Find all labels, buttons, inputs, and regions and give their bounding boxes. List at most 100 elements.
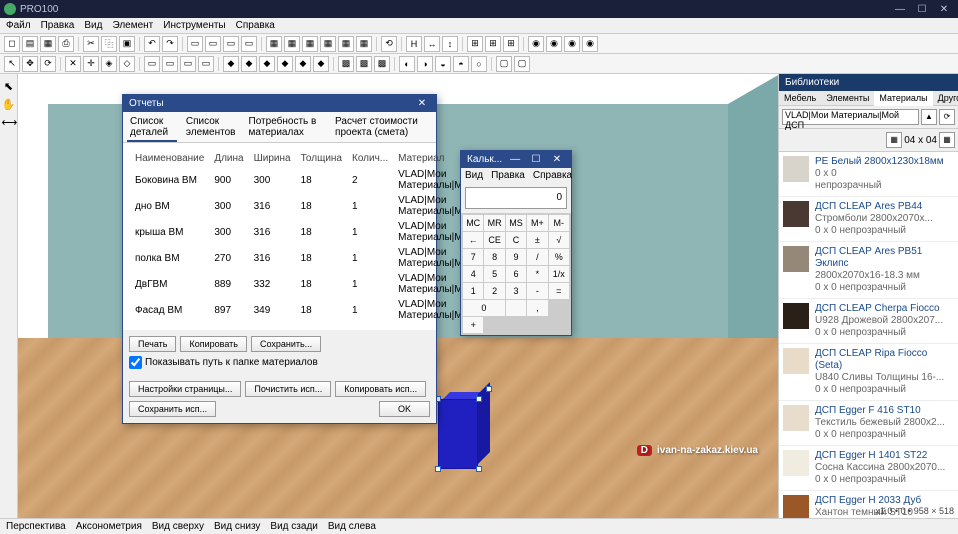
material-item[interactable]: ДСП CLEAР Ares РВ51 Эклипс2800x2070x16-1… xyxy=(779,242,958,299)
report-close[interactable]: ✕ xyxy=(414,98,430,109)
calc-btn-%[interactable]: % xyxy=(549,249,569,265)
t2-move[interactable]: ✥ xyxy=(22,56,38,72)
calc-btn-√[interactable]: √ xyxy=(549,232,569,248)
t2-q[interactable]: ▩ xyxy=(374,56,390,72)
t2-sel[interactable]: ↖ xyxy=(4,56,20,72)
view-top[interactable]: Вид сверху xyxy=(152,521,204,532)
rp-grid-b[interactable]: ▦ xyxy=(939,132,955,148)
minimize-button[interactable]: — xyxy=(890,4,910,15)
menu-file[interactable]: Файл xyxy=(6,20,31,31)
material-item[interactable]: ДСП CLEAР Ares РВ44Стромболи 2800x2070x.… xyxy=(779,197,958,242)
calc-btn-7[interactable]: 7 xyxy=(463,249,483,265)
view-left[interactable]: Вид слева xyxy=(328,521,376,532)
t2-v[interactable]: ○ xyxy=(471,56,487,72)
calc-btn-±[interactable]: ± xyxy=(527,232,547,248)
furniture-box[interactable] xyxy=(438,394,490,469)
calc-min[interactable]: — xyxy=(507,154,523,165)
tb-s[interactable]: ◉ xyxy=(546,36,562,52)
rep-col[interactable]: Длина xyxy=(210,151,247,166)
rep-hide[interactable]: Сохранить исп... xyxy=(129,401,216,417)
tb-k[interactable]: ⟲ xyxy=(381,36,397,52)
calc-btn-blank[interactable] xyxy=(506,300,526,316)
rep-col[interactable]: Толщина xyxy=(297,151,346,166)
rep-copy[interactable]: Копировать xyxy=(180,336,246,352)
tb-n[interactable]: ↕ xyxy=(442,36,458,52)
lt-cursor[interactable]: ⬉ xyxy=(2,80,16,94)
resize-handle[interactable] xyxy=(486,386,492,392)
calc-btn-←[interactable]: ← xyxy=(463,232,483,248)
t2-rot[interactable]: ⟳ xyxy=(40,56,56,72)
material-item[interactable]: ДСП CLEAР Cherpa FioccoU928 Дрожевой 280… xyxy=(779,299,958,344)
t2-b[interactable]: ✛ xyxy=(83,56,99,72)
material-item[interactable]: ДСП CLEAР Riрa Fiocco (Seta)U840 Сливы Т… xyxy=(779,344,958,401)
calc-btn-5[interactable]: 5 xyxy=(484,266,504,282)
t2-a[interactable]: ✕ xyxy=(65,56,81,72)
t2-l[interactable]: ◆ xyxy=(277,56,293,72)
calc-btn-2[interactable]: 2 xyxy=(484,283,504,299)
calc-m-help[interactable]: Справка xyxy=(533,170,572,181)
calc-btn-M+[interactable]: M+ xyxy=(527,215,547,231)
calc-btn-CE[interactable]: CE xyxy=(484,232,504,248)
t2-o[interactable]: ▩ xyxy=(338,56,354,72)
lt-dim[interactable]: ⟷ xyxy=(2,116,16,130)
t2-p[interactable]: ▩ xyxy=(356,56,372,72)
calc-btn-1[interactable]: 1 xyxy=(463,283,483,299)
tb-copy[interactable]: ⿻ xyxy=(101,36,117,52)
tb-a[interactable]: ▭ xyxy=(187,36,203,52)
tb-e[interactable]: ▦ xyxy=(266,36,282,52)
tb-i[interactable]: ▦ xyxy=(338,36,354,52)
tb-cut[interactable]: ✂ xyxy=(83,36,99,52)
view-bottom[interactable]: Вид снизу xyxy=(214,521,260,532)
tb-paste[interactable]: ▣ xyxy=(119,36,135,52)
calc-max[interactable]: ☐ xyxy=(528,154,544,165)
tb-b[interactable]: ▭ xyxy=(205,36,221,52)
t2-r[interactable]: ◐ xyxy=(399,56,415,72)
tb-u[interactable]: ◉ xyxy=(582,36,598,52)
close-button[interactable]: ✕ xyxy=(934,4,954,15)
table-row[interactable]: полка ВМ270316181VLAD|Мои Материалы|Moй.… xyxy=(131,246,486,270)
tb-q[interactable]: ⊞ xyxy=(503,36,519,52)
calc-btn-*[interactable]: * xyxy=(527,266,547,282)
t2-g[interactable]: ▭ xyxy=(180,56,196,72)
tb-undo[interactable]: ↶ xyxy=(144,36,160,52)
tb-m[interactable]: ↔ xyxy=(424,36,440,52)
tb-j[interactable]: ▦ xyxy=(356,36,372,52)
rep-col[interactable]: Ширина xyxy=(250,151,295,166)
tb-new[interactable]: ◻ xyxy=(4,36,20,52)
rep-tab-cost[interactable]: Расчет стоимости проекта (смета) xyxy=(332,114,432,142)
rep-tab-materials[interactable]: Потребность в материалах xyxy=(246,114,327,142)
calc-m-edit[interactable]: Правка xyxy=(491,170,525,181)
tb-t[interactable]: ◉ xyxy=(564,36,580,52)
t2-u[interactable]: ◓ xyxy=(453,56,469,72)
material-item[interactable]: РЕ Белый 2800x1230x18мм0 x 0непрозрачный xyxy=(779,152,958,197)
calc-m-view[interactable]: Вид xyxy=(465,170,483,181)
maximize-button[interactable]: ☐ xyxy=(912,4,932,15)
rep-clear[interactable]: Почистить исп... xyxy=(245,381,331,397)
tb-c[interactable]: ▭ xyxy=(223,36,239,52)
t2-n[interactable]: ◆ xyxy=(313,56,329,72)
tb-f[interactable]: ▦ xyxy=(284,36,300,52)
rep-print[interactable]: Печать xyxy=(129,336,176,352)
t2-f[interactable]: ▭ xyxy=(162,56,178,72)
rp-tab-other[interactable]: Другое xyxy=(933,91,958,105)
t2-i[interactable]: ◆ xyxy=(223,56,239,72)
calc-btn-MC[interactable]: MC xyxy=(463,215,483,231)
calc-btn-MS[interactable]: MS xyxy=(506,215,526,231)
material-item[interactable]: ДСП Egger Н 1401 ST22Сосна Кассина 2800x… xyxy=(779,446,958,491)
tb-redo[interactable]: ↷ xyxy=(162,36,178,52)
calc-btn--[interactable]: - xyxy=(527,283,547,299)
tb-g[interactable]: ▦ xyxy=(302,36,318,52)
calc-btn-,[interactable]: , xyxy=(527,300,547,316)
view-axo[interactable]: Аксонометрия xyxy=(76,521,142,532)
calc-btn-/[interactable]: / xyxy=(527,249,547,265)
rep-tab-elements[interactable]: Список элементов xyxy=(183,114,240,142)
tb-save[interactable]: ▦ xyxy=(40,36,56,52)
calc-btn-0[interactable]: 0 xyxy=(463,300,505,316)
t2-t[interactable]: ◒ xyxy=(435,56,451,72)
t2-j[interactable]: ◆ xyxy=(241,56,257,72)
tb-d[interactable]: ▭ xyxy=(241,36,257,52)
calc-btn-+[interactable]: + xyxy=(463,317,483,333)
material-list[interactable]: РЕ Белый 2800x1230x18мм0 x 0непрозрачный… xyxy=(779,152,958,518)
rep-save[interactable]: Сохранить... xyxy=(251,336,321,352)
resize-handle[interactable] xyxy=(435,466,441,472)
